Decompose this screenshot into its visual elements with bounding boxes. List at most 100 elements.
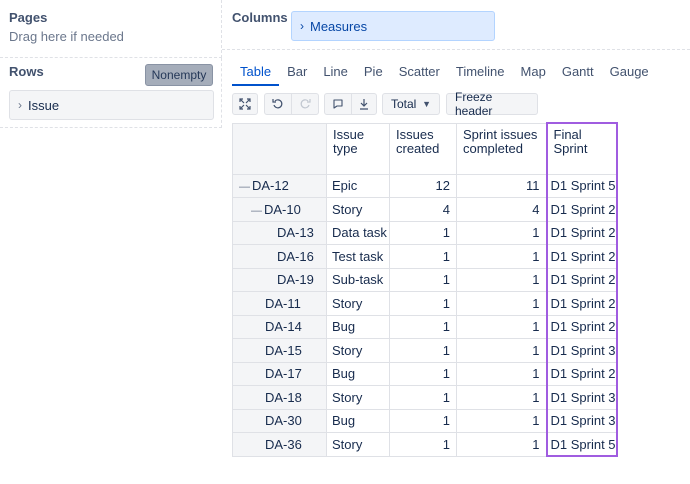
row-header-cell[interactable]: DA-14: [232, 314, 327, 339]
undo-button[interactable]: [264, 93, 292, 115]
final-sprint-cell: D1 Sprint 3: [545, 385, 618, 410]
row-header-cell[interactable]: DA-19: [232, 267, 327, 292]
columns-panel[interactable]: Columns › Measures: [222, 0, 690, 50]
table-row: DA-36 Story 1 1 D1 Sprint 5: [232, 432, 618, 457]
redo-icon: [300, 99, 311, 109]
rows-panel[interactable]: Rows Nonempty › Issue: [0, 58, 222, 128]
chart-type-tabs: Table Bar Line Pie Scatter Timeline Map …: [232, 60, 657, 86]
issue-type-cell: Story: [326, 291, 390, 316]
issue-key[interactable]: DA-30: [265, 413, 302, 428]
pages-panel[interactable]: Pages Drag here if needed: [0, 0, 222, 58]
issue-dimension-chip[interactable]: › Issue: [9, 90, 214, 120]
fullscreen-button[interactable]: [232, 93, 258, 115]
header-row: Issue type Issues created Sprint issues …: [232, 122, 618, 175]
issue-key[interactable]: DA-36: [265, 437, 302, 452]
issues-created-cell: 1: [389, 291, 457, 316]
tab-map[interactable]: Map: [513, 60, 554, 86]
tab-timeline[interactable]: Timeline: [448, 60, 513, 86]
table-row: — DA-10 Story 4 4 D1 Sprint 2: [232, 197, 618, 222]
issue-key[interactable]: DA-16: [277, 249, 314, 264]
chevron-right-icon: ›: [18, 98, 22, 112]
tab-gauge[interactable]: Gauge: [602, 60, 657, 86]
pages-hint: Drag here if needed: [9, 29, 124, 44]
issue-key[interactable]: DA-15: [265, 343, 302, 358]
issue-key[interactable]: DA-14: [265, 319, 302, 334]
issues-created-cell: 1: [389, 361, 457, 386]
tab-line[interactable]: Line: [315, 60, 356, 86]
total-label: Total: [391, 97, 417, 111]
row-header-cell[interactable]: DA-11: [232, 291, 327, 316]
table-row: DA-14 Bug 1 1 D1 Sprint 2: [232, 314, 618, 339]
final-sprint-cell: D1 Sprint 3: [545, 338, 618, 363]
collapse-toggle[interactable]: —: [239, 181, 250, 193]
issue-key[interactable]: DA-18: [265, 390, 302, 405]
issue-type-cell: Bug: [326, 314, 390, 339]
sprint-completed-cell: 1: [456, 291, 547, 316]
export-button[interactable]: [351, 93, 377, 115]
row-header-cell[interactable]: — DA-12: [232, 173, 327, 198]
row-header-cell[interactable]: DA-30: [232, 408, 327, 433]
tab-bar[interactable]: Bar: [279, 60, 315, 86]
sprint-completed-cell: 1: [456, 244, 547, 269]
issue-key[interactable]: DA-19: [277, 272, 314, 287]
issue-type-cell: Story: [326, 432, 390, 457]
redo-button[interactable]: [291, 93, 319, 115]
tab-table[interactable]: Table: [232, 60, 280, 86]
table-row: DA-18 Story 1 1 D1 Sprint 3: [232, 385, 618, 410]
final-sprint-cell: D1 Sprint 3: [545, 408, 618, 433]
tab-pie[interactable]: Pie: [356, 60, 391, 86]
issues-created-cell: 12: [389, 173, 457, 198]
collapse-toggle[interactable]: —: [251, 205, 262, 217]
sprint-completed-cell: 1: [456, 314, 547, 339]
tab-scatter[interactable]: Scatter: [391, 60, 448, 86]
row-header-cell[interactable]: DA-13: [232, 220, 327, 245]
row-header-cell[interactable]: DA-16: [232, 244, 327, 269]
comment-button[interactable]: [324, 93, 352, 115]
final-sprint-cell: D1 Sprint 2: [545, 197, 618, 222]
issue-type-cell: Bug: [326, 408, 390, 433]
column-header-issue-type[interactable]: Issue type: [326, 122, 390, 175]
issue-key[interactable]: DA-12: [252, 178, 289, 193]
sprint-completed-cell: 4: [456, 197, 547, 222]
final-sprint-cell: D1 Sprint 5: [545, 432, 618, 457]
table-row: DA-15 Story 1 1 D1 Sprint 3: [232, 338, 618, 363]
sprint-completed-cell: 1: [456, 338, 547, 363]
issue-key[interactable]: DA-13: [277, 225, 314, 240]
issue-type-cell: Sub-task: [326, 267, 390, 292]
row-header-cell[interactable]: DA-18: [232, 385, 327, 410]
issue-type-cell: Story: [326, 385, 390, 410]
freeze-header-button[interactable]: Freeze header: [446, 90, 538, 118]
comment-icon: [333, 99, 343, 109]
issue-type-cell: Data task: [326, 220, 390, 245]
issue-key[interactable]: DA-10: [264, 202, 301, 217]
tab-gantt[interactable]: Gantt: [554, 60, 602, 86]
issue-key[interactable]: DA-11: [265, 296, 301, 311]
table-row: DA-16 Test task 1 1 D1 Sprint 2: [232, 244, 618, 269]
sprint-completed-cell: 1: [456, 220, 547, 245]
column-header-sprint-completed[interactable]: Sprint issues completed: [456, 122, 547, 175]
final-sprint-cell: D1 Sprint 2: [545, 361, 618, 386]
comment-export-group: [324, 93, 377, 115]
sprint-completed-cell: 11: [456, 173, 547, 198]
measures-label: Measures: [310, 18, 368, 34]
sprint-completed-cell: 1: [456, 361, 547, 386]
nonempty-button[interactable]: Nonempty: [145, 64, 213, 86]
table-row: DA-13 Data task 1 1 D1 Sprint 2: [232, 220, 618, 245]
pages-title: Pages: [9, 10, 48, 25]
row-header-cell[interactable]: — DA-10: [232, 197, 327, 222]
issues-created-cell: 1: [389, 408, 457, 433]
measures-chip[interactable]: › Measures: [291, 11, 495, 41]
row-header-cell[interactable]: DA-17: [232, 361, 327, 386]
download-icon: [360, 99, 368, 110]
row-header-cell[interactable]: DA-36: [232, 432, 327, 457]
issue-key[interactable]: DA-17: [265, 366, 302, 381]
issues-created-cell: 1: [389, 432, 457, 457]
report-table: Issue type Issues created Sprint issues …: [232, 122, 618, 457]
column-header-final-sprint[interactable]: Final Sprint: [545, 122, 618, 175]
undo-icon: [272, 99, 283, 109]
table-row: DA-19 Sub-task 1 1 D1 Sprint 2: [232, 267, 618, 292]
row-header-cell[interactable]: DA-15: [232, 338, 327, 363]
total-dropdown[interactable]: Total ▼: [382, 93, 440, 115]
rows-title: Rows: [9, 64, 44, 79]
column-header-issues-created[interactable]: Issues created: [389, 122, 457, 175]
